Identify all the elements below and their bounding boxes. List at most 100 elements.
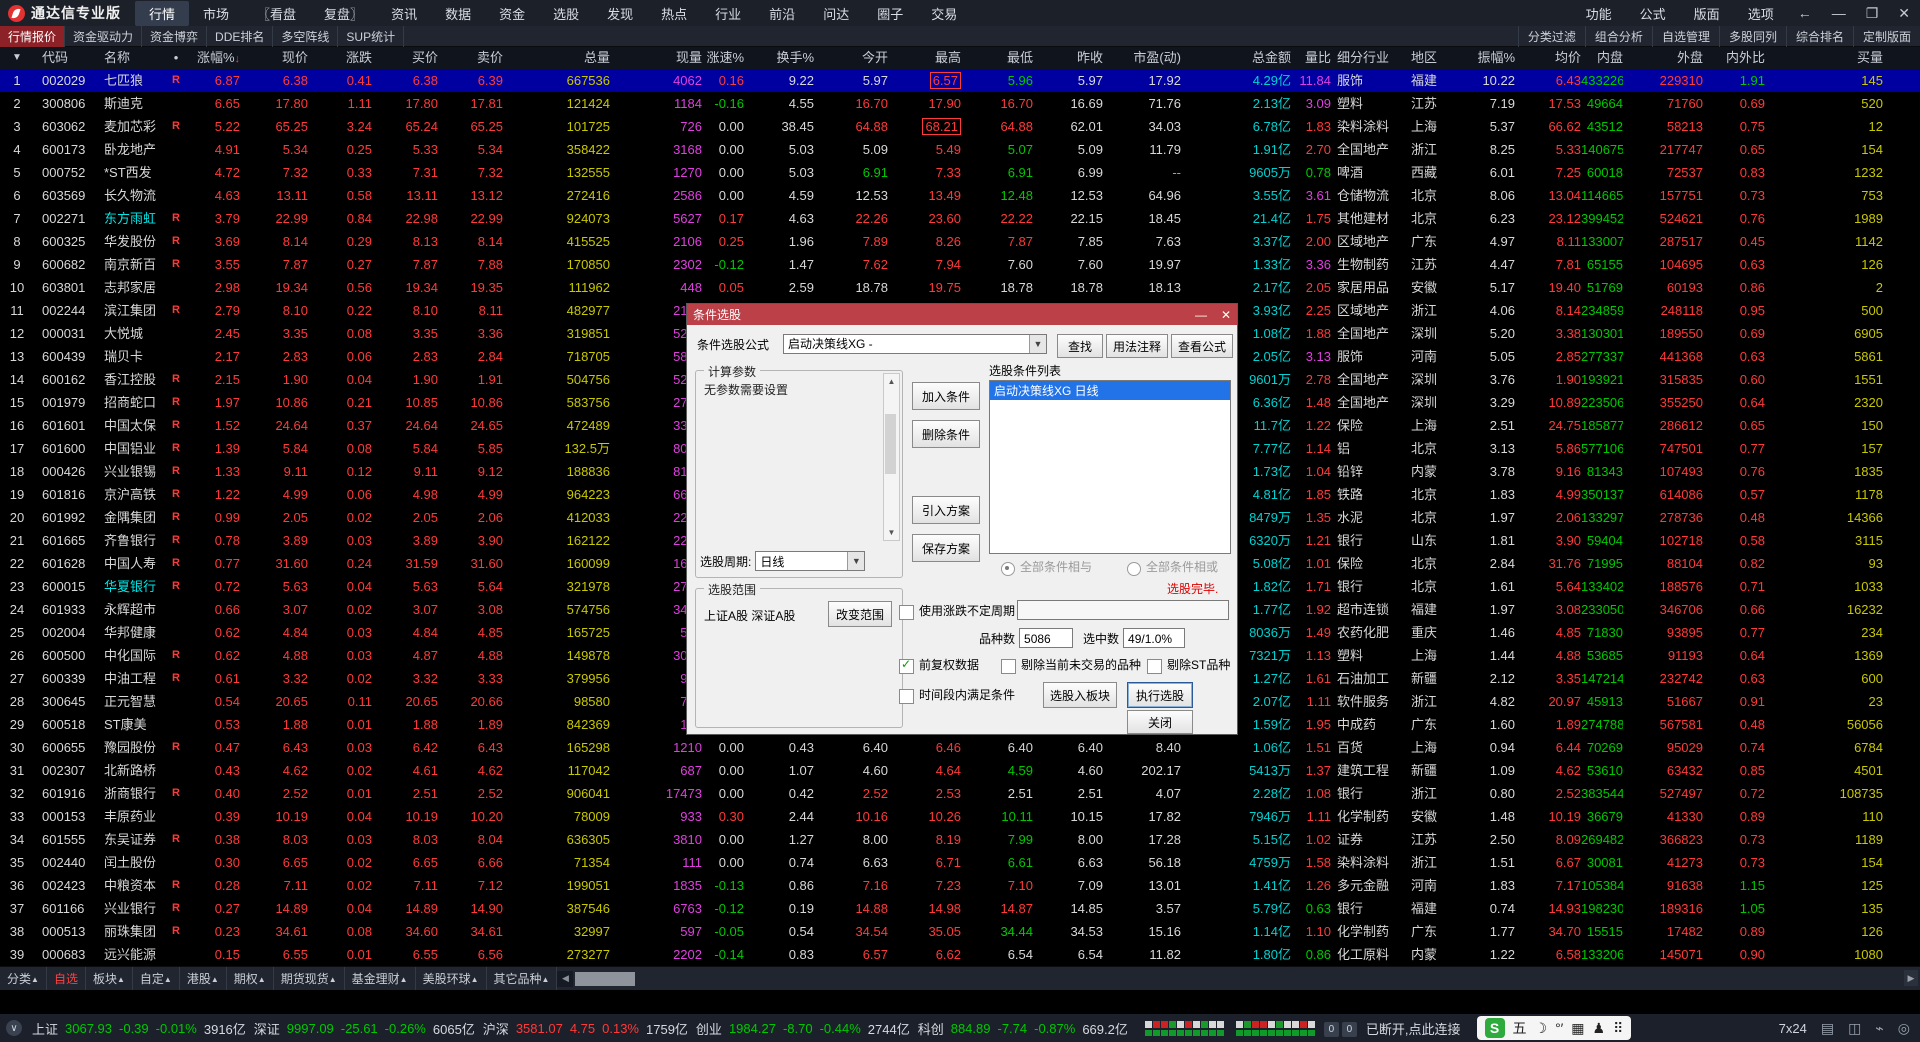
menu-item-热点[interactable]: 热点 [647,1,701,26]
column-header-市盈(动)[interactable]: 市盈(动) [1103,47,1181,69]
close-icon[interactable]: ✕ [1888,3,1920,24]
index-深证[interactable]: 深证 9997.09 -25.61 -0.26% 6065亿 [254,1019,475,1038]
menu-item-发现[interactable]: 发现 [593,1,647,26]
connection-text[interactable]: 已断开,点此连接 [1366,1019,1461,1038]
menu-item-复盘〗[interactable]: 复盘〗 [310,1,377,26]
bottom-tab-期权[interactable]: 期权▲ [227,967,274,990]
table-row[interactable]: 38 000513 丽珠集团 R 0.23 34.61 0.08 34.60 34.61 3299… [0,920,1920,943]
scroll-right-icon[interactable]: ▶ [1904,970,1918,986]
param-scrollbar[interactable]: ▲ ▼ [883,373,900,541]
condition-list-item[interactable]: 启动决策线XG 日线 [990,381,1230,400]
column-filter-icon[interactable]: ▼ [0,47,34,69]
scroll-left-icon[interactable]: ◀ [557,970,574,987]
bottom-tab-分类[interactable]: 分类▲ [0,967,47,990]
input-method-panel[interactable]: S 五 ☽ °′ ▦ ♟ ⠿ [1476,1016,1632,1040]
toolbar-link-自选管理[interactable]: 自选管理 [1651,25,1719,47]
menu-item-行情[interactable]: 行情 [135,0,190,26]
pick-to-block-button[interactable]: 选股入板块 [1043,682,1117,708]
column-header-最高[interactable]: 最高 [888,47,961,69]
menu-item-功能[interactable]: 功能 [1572,1,1626,26]
table-row[interactable]: 8 600325 华发股份 R 3.69 8.14 0.29 8.13 8.14 415525 21… [0,230,1920,253]
connection-status-icon[interactable]: ∨ [6,1020,22,1036]
menu-item-问达[interactable]: 问达 [809,1,863,26]
table-row[interactable]: 4 600173 卧龙地产 4.91 5.34 0.25 5.33 5.34 358422 316… [0,138,1920,161]
column-header-•[interactable]: • [166,47,186,69]
column-header-最低[interactable]: 最低 [961,47,1033,69]
ime-item[interactable]: ♟ [1593,1020,1606,1037]
power-icon[interactable]: ◎ [1898,1020,1910,1037]
toolbar-tab-多空阵线[interactable]: 多空阵线 [273,25,339,47]
monitor-icon[interactable]: ◫ [1848,1020,1861,1037]
column-header-名称[interactable]: 名称 [98,47,166,69]
column-header-涨幅%[interactable]: 涨幅%↓ [186,47,240,69]
restore-icon[interactable]: ❐ [1856,3,1889,24]
menu-item-选股[interactable]: 选股 [539,1,593,26]
table-row[interactable]: 3 603062 麦加芯彩 R 5.22 65.25 3.24 65.24 65.25 10172… [0,115,1920,138]
column-header-外盘[interactable]: 外盘 [1623,47,1703,69]
table-row[interactable]: 39 000683 远兴能源 0.15 6.55 0.01 6.55 6.56 273277 22… [0,943,1920,966]
badge[interactable]: 0 [1323,1021,1339,1037]
ime-item[interactable]: °′ [1555,1020,1563,1036]
table-row[interactable]: 36 002423 中粮资本 R 0.28 7.11 0.02 7.11 7.12 199051 1… [0,874,1920,897]
menu-item-版面[interactable]: 版面 [1680,1,1734,26]
ime-item[interactable]: 五 [1513,1018,1527,1038]
menu-item-交易[interactable]: 交易 [917,1,971,26]
column-header-昨收[interactable]: 昨收 [1033,47,1103,69]
ime-item[interactable]: ⠿ [1613,1020,1623,1037]
column-header-卖价[interactable]: 卖价 [438,47,503,69]
column-header-量比[interactable]: 量比 [1291,47,1331,69]
menu-item-资金[interactable]: 资金 [485,1,539,26]
checkbox-updown-period[interactable]: 使用涨跌不定周期 [899,602,1015,620]
menu-item-圈子[interactable]: 圈子 [863,1,917,26]
menu-item-公式[interactable]: 公式 [1626,1,1680,26]
import-plan-button[interactable]: 引入方案 [912,496,980,524]
scroll-thumb[interactable] [575,971,636,986]
ime-item[interactable]: ☽ [1535,1020,1548,1037]
column-header-换手%[interactable]: 换手% [744,47,814,69]
toolbar-tab-资金驱动力[interactable]: 资金驱动力 [65,25,143,47]
toolbar-tab-行情报价[interactable]: 行情报价 [0,25,66,47]
bottom-tab-自定[interactable]: 自定▲ [133,967,180,990]
menu-item-选项[interactable]: 选项 [1734,1,1788,26]
toolbar-link-定制版面[interactable]: 定制版面 [1852,25,1920,47]
toolbar-tab-资金博弈[interactable]: 资金博弈 [142,25,208,47]
table-row[interactable]: 32 601916 浙商银行 R 0.40 2.52 0.01 2.51 2.52 906041 1… [0,782,1920,805]
bottom-tab-美股环球[interactable]: 美股环球▲ [416,967,487,990]
column-header-地区[interactable]: 地区 [1405,47,1471,69]
column-header-总量[interactable]: 总量 [503,47,610,69]
back-icon[interactable]: ← [1788,3,1822,23]
table-row[interactable]: 2 300806 斯迪克 6.65 17.80 1.11 17.80 17.81 121424 1… [0,92,1920,115]
table-row[interactable]: 35 002440 闰土股份 0.30 6.65 0.02 6.65 6.66 71354 111… [0,851,1920,874]
chevron-down-icon[interactable]: ▼ [847,552,865,570]
dialog-close-icon[interactable]: ✕ [1221,308,1231,322]
chevron-down-icon[interactable]: ▼ [1029,335,1046,353]
column-header-总金额[interactable]: 总金额 [1181,47,1291,69]
bottom-tab-自选[interactable]: 自选 [47,967,86,990]
table-row[interactable]: 7 002271 东方雨虹 R 3.79 22.99 0.84 22.98 22.99 92407… [0,207,1920,230]
table-row[interactable]: 9 600682 南京新百 R 3.55 7.87 0.27 7.87 7.88 170850 23… [0,253,1920,276]
checkbox-no-trade[interactable]: 剔除当前未交易的品种 [1001,656,1141,674]
tab-scrollbar[interactable]: ◀ [557,970,636,987]
table-row[interactable]: 10 603801 志邦家居 2.98 19.34 0.56 19.34 19.35 11196… [0,276,1920,299]
table-row[interactable]: 33 000153 丰原药业 0.39 10.19 0.04 10.19 10.20 78009… [0,805,1920,828]
add-condition-button[interactable]: 加入条件 [912,382,980,410]
ime-item[interactable]: ▦ [1571,1020,1584,1037]
column-header-买价[interactable]: 买价 [372,47,438,69]
menu-item-资讯[interactable]: 资讯 [377,1,431,26]
updown-period-input[interactable] [1017,600,1229,620]
table-row[interactable]: 34 601555 东吴证券 R 0.38 8.03 0.03 8.03 8.04 636305 3… [0,828,1920,851]
bottom-tab-基金理财[interactable]: 基金理财▲ [345,967,416,990]
badge[interactable]: 0 [1341,1021,1357,1037]
column-header-涨速%[interactable]: 涨速% [702,47,744,69]
bottom-tab-板块[interactable]: 板块▲ [86,967,133,990]
sogou-icon[interactable]: S [1484,1018,1505,1038]
table-row[interactable]: 5 000752 *ST西发 4.72 7.32 0.33 7.31 7.32 132555 12… [0,161,1920,184]
table-row[interactable]: 30 600655 豫园股份 R 0.47 6.43 0.03 6.42 6.43 165298 1… [0,736,1920,759]
dialog-minimize-icon[interactable]: — [1195,308,1207,322]
column-header-细分行业[interactable]: 细分行业 [1331,47,1405,69]
column-header-均价[interactable]: 均价 [1515,47,1581,69]
bottom-tab-港股[interactable]: 港股▲ [180,967,227,990]
keyboard-icon[interactable]: ▤ [1821,1020,1834,1037]
menu-item-行业[interactable]: 行业 [701,1,755,26]
table-row[interactable]: 1 002029 七匹狼 R 6.87 6.38 0.41 6.38 6.39 667536 406… [0,69,1920,92]
